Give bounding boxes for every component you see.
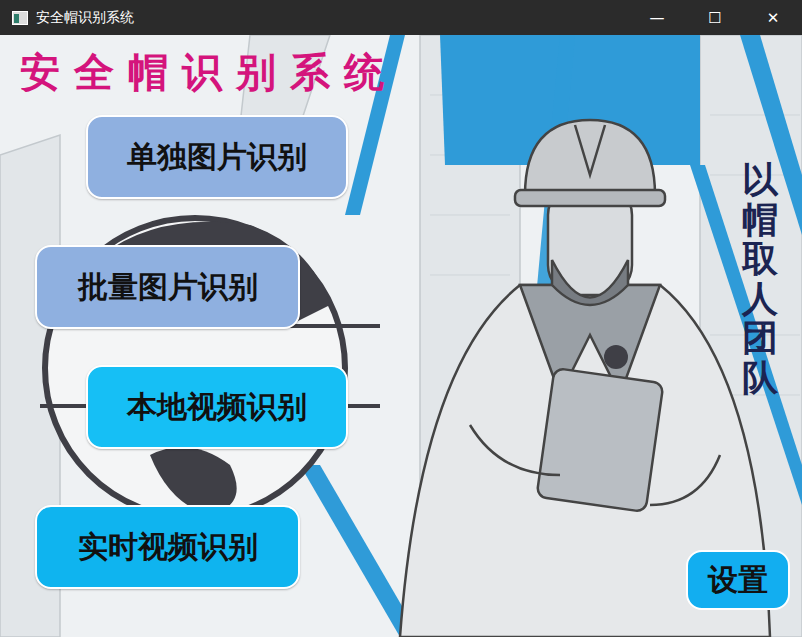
window-title: 安全帽识别系统 (36, 9, 628, 27)
team-slogan: 以帽取人团队 (742, 160, 778, 398)
app-icon (12, 11, 28, 25)
main-panel: 安全帽识别系统单独图片识别批量图片识别本地视频识别实时视频识别 以帽取人团队设置 (0, 35, 802, 637)
app-heading: 安全帽识别系统 (20, 47, 398, 97)
button-label: 单独图片识别 (127, 137, 307, 178)
button-label: 本地视频识别 (127, 387, 307, 428)
settings-button[interactable]: 设置 (686, 550, 790, 610)
minimize-button[interactable]: — (628, 0, 686, 35)
recognition-button[interactable]: 实时视频识别 (35, 505, 300, 589)
recognition-button[interactable]: 批量图片识别 (35, 245, 300, 329)
button-label: 实时视频识别 (78, 527, 258, 568)
close-button[interactable]: ✕ (744, 0, 802, 35)
recognition-button[interactable]: 单独图片识别 (86, 115, 348, 199)
button-label: 批量图片识别 (78, 267, 258, 308)
maximize-button[interactable]: ☐ (686, 0, 744, 35)
settings-label: 设置 (708, 560, 768, 601)
recognition-button[interactable]: 本地视频识别 (86, 365, 348, 449)
menu-column: 安全帽识别系统单独图片识别批量图片识别本地视频识别实时视频识别 (0, 35, 398, 637)
title-bar: 安全帽识别系统—☐✕ (0, 0, 802, 35)
side-column: 以帽取人团队设置 (686, 35, 802, 637)
